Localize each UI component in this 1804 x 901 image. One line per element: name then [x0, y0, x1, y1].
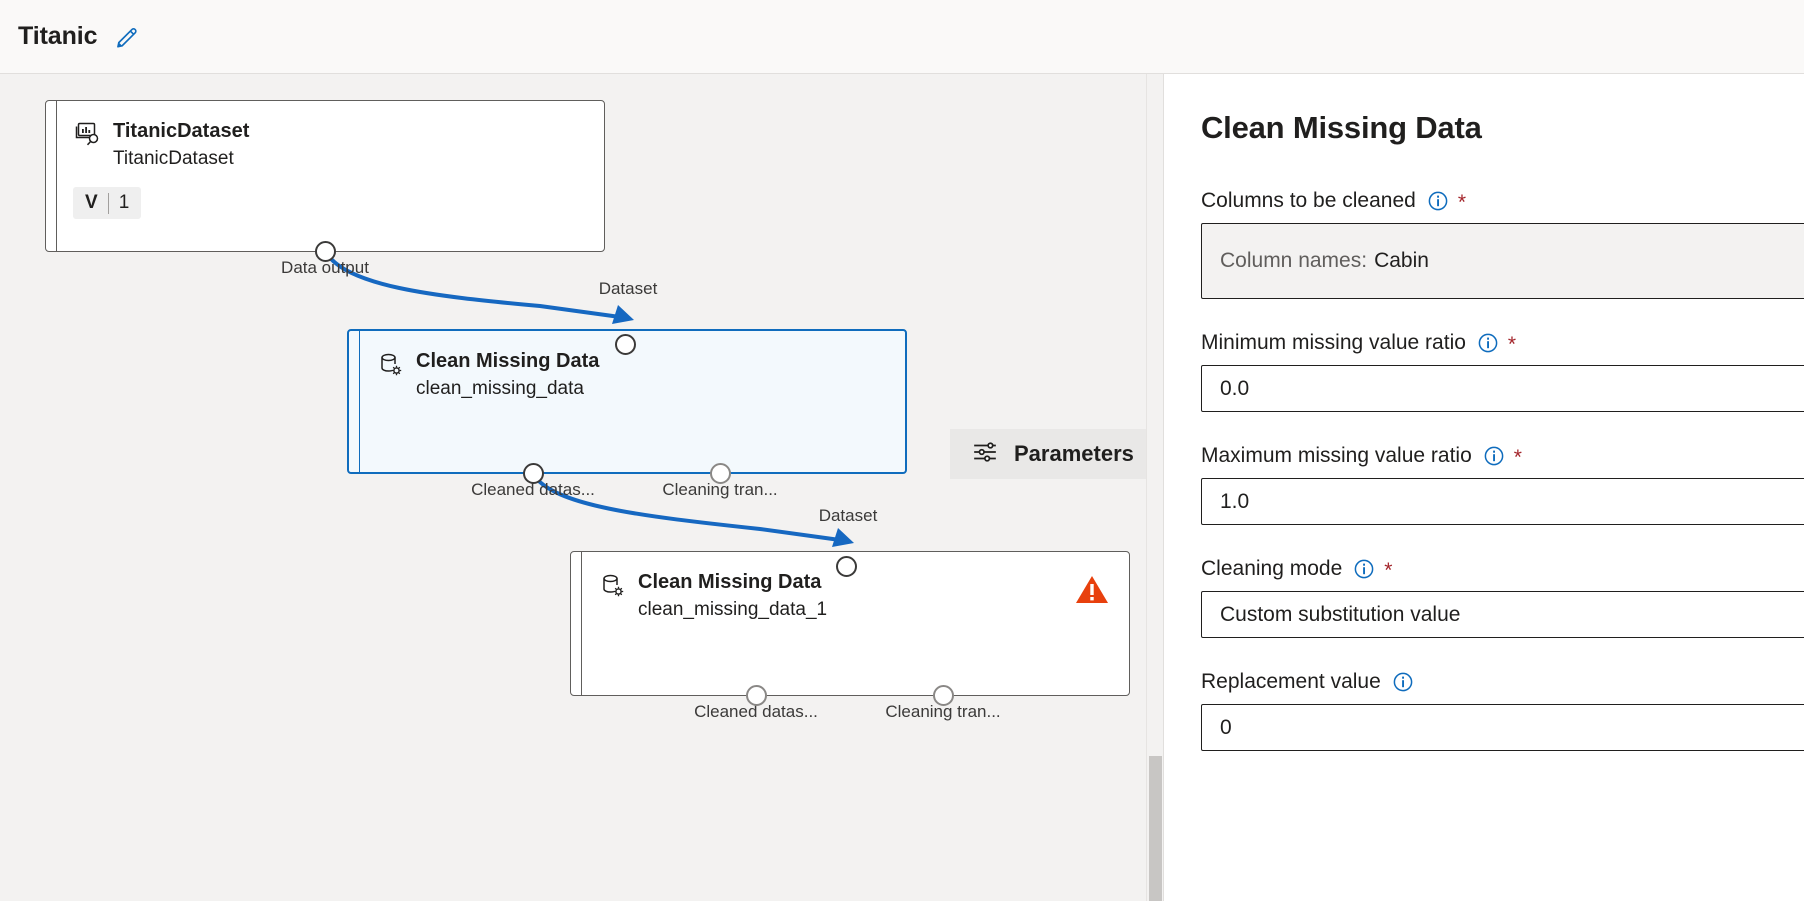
- node-title: Clean Missing Data: [638, 571, 822, 593]
- node-body: TitanicDataset TitanicDataset V 1: [57, 101, 604, 251]
- field-label: Replacement value: [1201, 670, 1381, 693]
- field-label-row: Cleaning mode *: [1201, 556, 1804, 582]
- page-title: Titanic: [18, 22, 98, 50]
- required-asterisk: *: [1457, 191, 1466, 214]
- port-cleaned-dataset-1[interactable]: [523, 463, 544, 484]
- version-value: 1: [118, 192, 130, 214]
- tab-parameters[interactable]: Parameters: [950, 429, 1163, 479]
- canvas-scrollbar-thumb[interactable]: [1149, 756, 1162, 901]
- info-circle-icon[interactable]: [1427, 190, 1449, 212]
- info-circle-icon[interactable]: [1353, 558, 1375, 580]
- node-accent-bar: [349, 331, 360, 472]
- node-text-group: Clean Missing Data clean_missing_data: [416, 349, 599, 401]
- version-badge: V 1: [73, 187, 142, 220]
- field-label-row: Maximum missing value ratio *: [1201, 443, 1804, 469]
- node-accent-bar: [571, 552, 582, 695]
- pencil-edit-icon[interactable]: [115, 24, 141, 50]
- replacement-value-input[interactable]: 0: [1201, 704, 1804, 751]
- node-body: Clean Missing Data clean_missing_data_1: [582, 552, 1129, 695]
- canvas-scrollbar[interactable]: [1146, 74, 1163, 901]
- required-asterisk: *: [1507, 333, 1517, 356]
- field-columns-to-be-cleaned: Columns to be cleaned * Column names: Ca…: [1201, 188, 1804, 299]
- node-accent-bar: [46, 101, 57, 251]
- maximum-missing-value-ratio-input[interactable]: 1.0: [1201, 478, 1804, 525]
- node-text-group: Clean Missing Data clean_missing_data_1: [638, 570, 827, 622]
- info-circle-icon[interactable]: [1392, 671, 1414, 693]
- minimum-missing-value-ratio-input[interactable]: 0.0: [1201, 365, 1804, 412]
- field-replacement-value: Replacement value 0: [1201, 669, 1804, 751]
- field-minimum-missing-value-ratio: Minimum missing value ratio * 0.0: [1201, 330, 1804, 412]
- node-subtitle: TitanicDataset: [113, 147, 234, 169]
- cleaning-mode-select[interactable]: Custom substitution value: [1201, 591, 1804, 638]
- version-divider: [107, 192, 109, 214]
- top-bar: Titanic: [0, 0, 1804, 74]
- field-label: Minimum missing value ratio: [1201, 331, 1466, 354]
- port-dataset-input-1[interactable]: [615, 334, 636, 355]
- port-cleaning-transform-1[interactable]: [710, 463, 731, 484]
- field-label-row: Minimum missing value ratio *: [1201, 330, 1804, 356]
- node-text-group: TitanicDataset TitanicDataset: [113, 119, 249, 171]
- required-asterisk: *: [1513, 446, 1522, 469]
- field-label-row: Replacement value: [1201, 669, 1804, 695]
- sliders-icon: [972, 439, 998, 470]
- node-title: TitanicDataset: [113, 120, 250, 142]
- field-maximum-missing-value-ratio: Maximum missing value ratio * 1.0: [1201, 443, 1804, 525]
- port-cleaning-transform-2[interactable]: [933, 685, 954, 706]
- field-label-row: Columns to be cleaned *: [1201, 188, 1804, 214]
- columns-to-be-cleaned-selector[interactable]: Column names: Cabin: [1201, 223, 1804, 299]
- version-label: V: [85, 192, 98, 214]
- info-circle-icon[interactable]: [1477, 332, 1499, 354]
- node-header: Clean Missing Data clean_missing_data_1: [598, 570, 1113, 622]
- node-subtitle: clean_missing_data_1: [638, 598, 828, 620]
- node-header: Clean Missing Data clean_missing_data: [376, 349, 889, 401]
- parameters-panel: Clean Missing Data Columns to be cleaned…: [1163, 74, 1804, 901]
- tab-parameters-label: Parameters: [1014, 441, 1134, 466]
- info-circle-icon[interactable]: [1483, 445, 1505, 467]
- pipeline-canvas[interactable]: TitanicDataset TitanicDataset V 1 Data o…: [0, 74, 1163, 901]
- warning-triangle-icon[interactable]: [1075, 574, 1109, 610]
- node-header: TitanicDataset TitanicDataset: [73, 119, 588, 171]
- dataset-search-icon: [73, 120, 103, 150]
- column-names-value: Cabin: [1374, 249, 1429, 272]
- column-names-prefix: Column names:: [1220, 249, 1368, 272]
- node-title: Clean Missing Data: [416, 350, 600, 372]
- database-gear-icon: [598, 571, 628, 601]
- port-dataset-input-2[interactable]: [836, 556, 857, 577]
- field-cleaning-mode: Cleaning mode * Custom substitution valu…: [1201, 556, 1804, 638]
- port-cleaned-dataset-2[interactable]: [746, 685, 767, 706]
- port-data-output[interactable]: [315, 241, 336, 262]
- edge-label-dataset-1: Dataset: [598, 279, 658, 298]
- field-label: Cleaning mode: [1201, 557, 1343, 580]
- node-titanic-dataset[interactable]: TitanicDataset TitanicDataset V 1: [45, 100, 605, 252]
- field-label: Maximum missing value ratio: [1201, 444, 1472, 467]
- field-label: Columns to be cleaned: [1201, 189, 1416, 212]
- required-asterisk: *: [1384, 559, 1393, 582]
- panel-title: Clean Missing Data: [1201, 110, 1482, 145]
- database-gear-icon: [376, 350, 406, 380]
- node-subtitle: clean_missing_data: [416, 377, 584, 399]
- edge-label-dataset-2: Dataset: [818, 506, 878, 525]
- pipeline-designer: Titanic TitanicDataset TitanicDataset V …: [0, 0, 1804, 901]
